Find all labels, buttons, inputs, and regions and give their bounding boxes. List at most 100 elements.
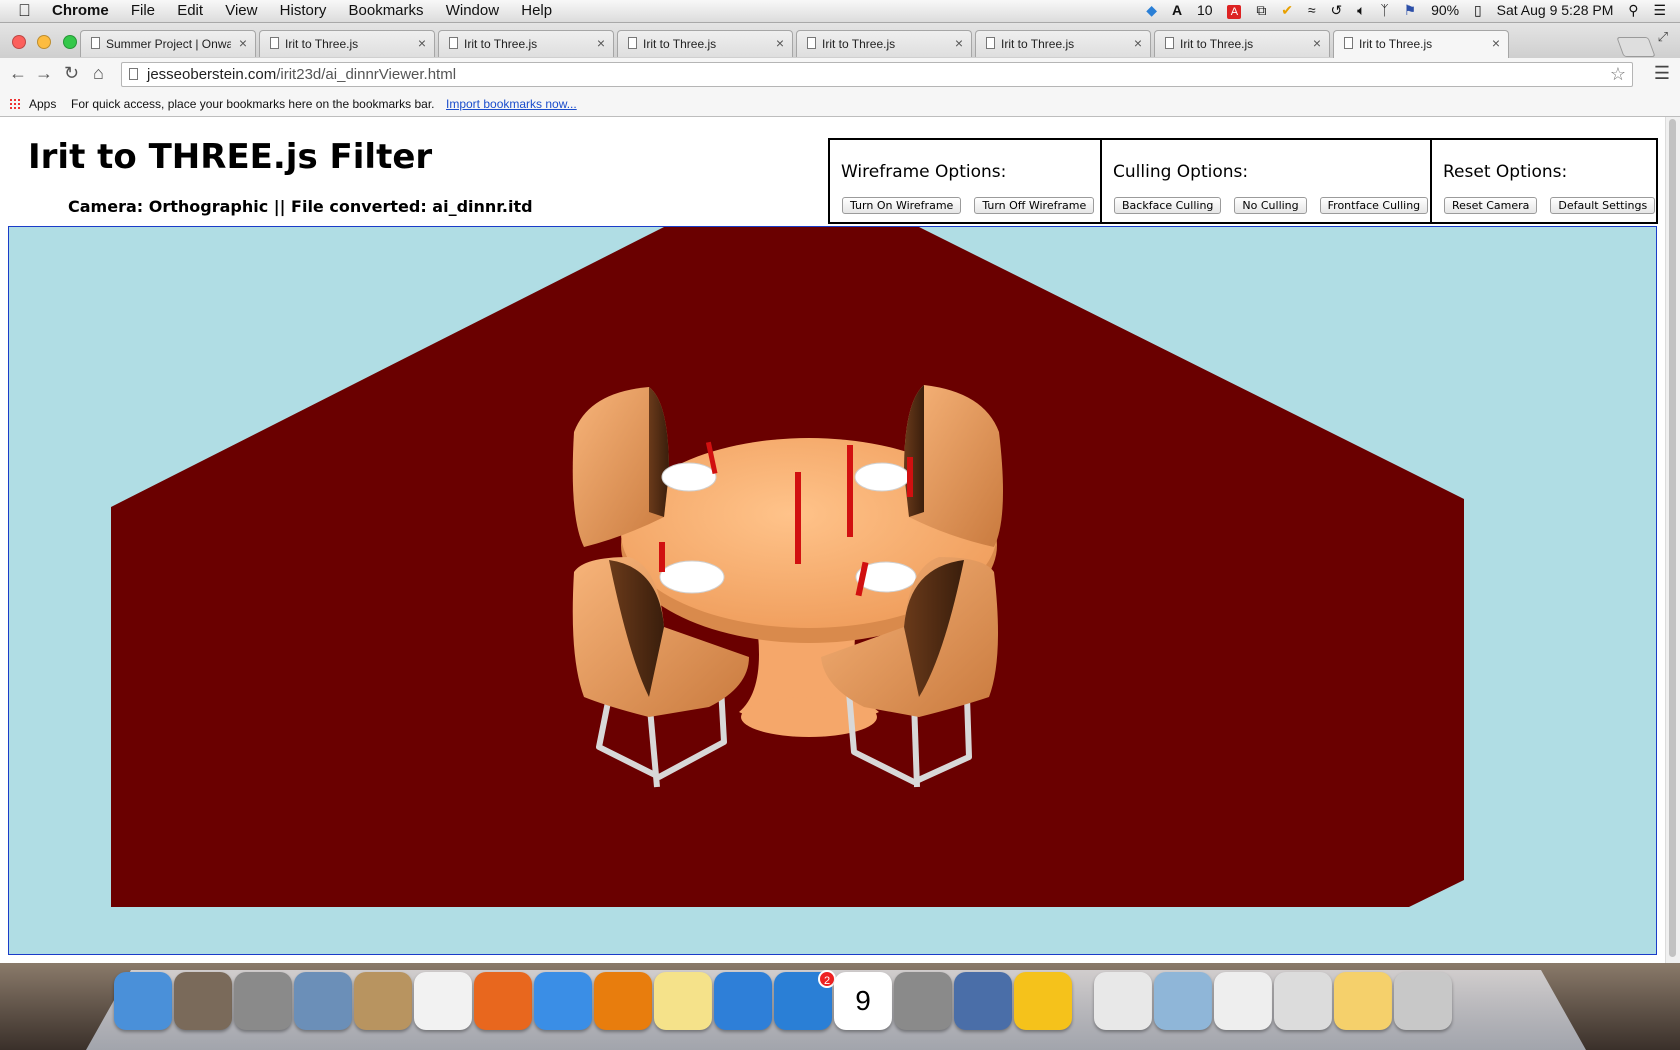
threejs-canvas[interactable]: [8, 226, 1657, 955]
apple-icon[interactable]: : [18, 1, 31, 21]
notification-center-icon[interactable]: ☰: [1653, 2, 1666, 18]
menu-app-chrome[interactable]: Chrome: [52, 2, 109, 19]
photo-icon[interactable]: [174, 972, 232, 1030]
alert-icon[interactable]: A: [1227, 5, 1242, 19]
url-text[interactable]: jesseoberstein.com/irit23d/ai_dinnrViewe…: [147, 66, 456, 83]
menu-history[interactable]: History: [280, 2, 327, 19]
knife-front-left: [659, 542, 665, 572]
system-preferences-icon[interactable]: [894, 972, 952, 1030]
frontface-culling-button[interactable]: Frontface Culling: [1319, 197, 1429, 214]
candle-center: [795, 472, 801, 564]
spotlight-icon[interactable]: ⚲: [1628, 2, 1638, 18]
browser-tab[interactable]: Irit to Three.js ×: [438, 30, 614, 57]
firefox-icon[interactable]: [474, 972, 532, 1030]
browser-tab[interactable]: Irit to Three.js ×: [617, 30, 793, 57]
mail-icon[interactable]: [294, 972, 352, 1030]
screenshot-stack-icon[interactable]: [1274, 972, 1332, 1030]
finder-icon[interactable]: [114, 972, 172, 1030]
reset-camera-button[interactable]: Reset Camera: [1444, 197, 1538, 214]
itunes-icon[interactable]: [714, 972, 772, 1030]
close-tab-icon[interactable]: ×: [1134, 35, 1142, 51]
plate-back-right: [854, 462, 910, 492]
browser-tab[interactable]: Irit to Three.js ×: [975, 30, 1151, 57]
close-tab-icon[interactable]: ×: [239, 35, 247, 51]
page-icon: [449, 37, 458, 49]
time-machine-icon[interactable]: ↺: [1330, 2, 1342, 18]
address-bar[interactable]: jesseoberstein.com/irit23d/ai_dinnrViewe…: [121, 62, 1633, 87]
menu-edit[interactable]: Edit: [177, 2, 203, 19]
calendar-icon[interactable]: 9: [834, 972, 892, 1030]
page-viewport: Irit to THREE.js Filter Camera: Orthogra…: [0, 117, 1680, 963]
cyberduck-icon[interactable]: [1014, 972, 1072, 1030]
apps-shortcut[interactable]: Apps: [29, 97, 56, 111]
dropbox-icon[interactable]: ◆: [1146, 2, 1157, 18]
wifi-icon[interactable]: ≈: [1308, 2, 1316, 18]
forward-arrow-icon[interactable]: →: [35, 63, 53, 84]
browser-tab[interactable]: Irit to Three.js ×: [1154, 30, 1330, 57]
turn-on-wireframe-button[interactable]: Turn On Wireframe: [842, 197, 962, 214]
bluetooth-icon[interactable]: ᛉ: [1380, 2, 1388, 18]
no-culling-button[interactable]: No Culling: [1234, 197, 1307, 214]
back-arrow-icon[interactable]: ←: [9, 63, 27, 84]
culling-heading: Culling Options:: [1113, 162, 1249, 182]
menu-window[interactable]: Window: [446, 2, 499, 19]
menu-file[interactable]: File: [131, 2, 155, 19]
blender-icon[interactable]: [594, 972, 652, 1030]
contacts-icon[interactable]: [354, 972, 412, 1030]
knife-back-right: [907, 457, 913, 497]
battery-percent[interactable]: 90%: [1431, 2, 1459, 18]
vmware-icon[interactable]: [954, 972, 1012, 1030]
close-tab-icon[interactable]: ×: [597, 35, 605, 51]
backface-culling-button[interactable]: Backface Culling: [1114, 197, 1222, 214]
flag-icon[interactable]: ⚑: [1404, 2, 1417, 18]
default-settings-button[interactable]: Default Settings: [1550, 197, 1656, 214]
clock[interactable]: Sat Aug 9 5:28 PM: [1497, 2, 1614, 18]
scene-render[interactable]: [9, 227, 1657, 955]
scrollbar-thumb[interactable]: [1669, 119, 1676, 957]
adobe-icon[interactable]: A 10: [1172, 2, 1213, 18]
url-host: jesseoberstein.com: [147, 66, 277, 83]
browser-tab[interactable]: Irit to Three.js ×: [1333, 30, 1509, 58]
zoom-window-button[interactable]: [62, 35, 77, 49]
page-icon: [628, 37, 637, 49]
downloads-icon[interactable]: [1154, 972, 1212, 1030]
volume-icon[interactable]: 🔈︎: [1357, 2, 1365, 18]
duck-document-icon[interactable]: [1334, 972, 1392, 1030]
fullscreen-icon[interactable]: ⤢: [1658, 29, 1668, 45]
stickies-icon[interactable]: [654, 972, 712, 1030]
reload-icon[interactable]: ↻: [64, 63, 79, 84]
menu-help[interactable]: Help: [521, 2, 552, 19]
browser-tab[interactable]: Summer Project | Onward ×: [80, 30, 256, 57]
check-icon[interactable]: ✔: [1281, 2, 1293, 18]
launchpad-icon[interactable]: [234, 972, 292, 1030]
battery-icon[interactable]: ▯: [1474, 2, 1482, 18]
menu-bookmarks[interactable]: Bookmarks: [349, 2, 424, 19]
home-icon[interactable]: ⌂: [93, 63, 104, 84]
page-icon: [91, 37, 100, 49]
menu-view[interactable]: View: [225, 2, 257, 19]
minimize-window-button[interactable]: [37, 35, 52, 49]
browser-tab[interactable]: Irit to Three.js ×: [796, 30, 972, 57]
tab-title: Irit to Three.js: [643, 37, 717, 51]
apps-grid-icon[interactable]: [9, 98, 21, 110]
turn-off-wireframe-button[interactable]: Turn Off Wireframe: [974, 197, 1095, 214]
new-tab-button[interactable]: [1616, 37, 1656, 57]
import-bookmarks-link[interactable]: Import bookmarks now...: [446, 97, 577, 111]
close-tab-icon[interactable]: ×: [776, 35, 784, 51]
close-tab-icon[interactable]: ×: [1313, 35, 1321, 51]
close-tab-icon[interactable]: ×: [1492, 35, 1500, 51]
browser-tab[interactable]: Irit to Three.js ×: [259, 30, 435, 57]
close-tab-icon[interactable]: ×: [418, 35, 426, 51]
home-folder-icon[interactable]: [1094, 972, 1152, 1030]
hamburger-menu-icon[interactable]: ☰: [1654, 63, 1670, 84]
chrome-icon[interactable]: [534, 972, 592, 1030]
close-window-button[interactable]: [12, 35, 26, 49]
culling-options: Culling Options: Backface Culling No Cull…: [1102, 140, 1432, 222]
close-tab-icon[interactable]: ×: [955, 35, 963, 51]
window-icon[interactable]: ⧉: [1256, 2, 1266, 18]
trash-icon[interactable]: [1394, 972, 1452, 1030]
reminders-icon[interactable]: [414, 972, 472, 1030]
document-stack-icon[interactable]: [1214, 972, 1272, 1030]
vertical-scrollbar[interactable]: [1665, 117, 1680, 963]
bookmark-star-icon[interactable]: ☆: [1610, 64, 1626, 85]
